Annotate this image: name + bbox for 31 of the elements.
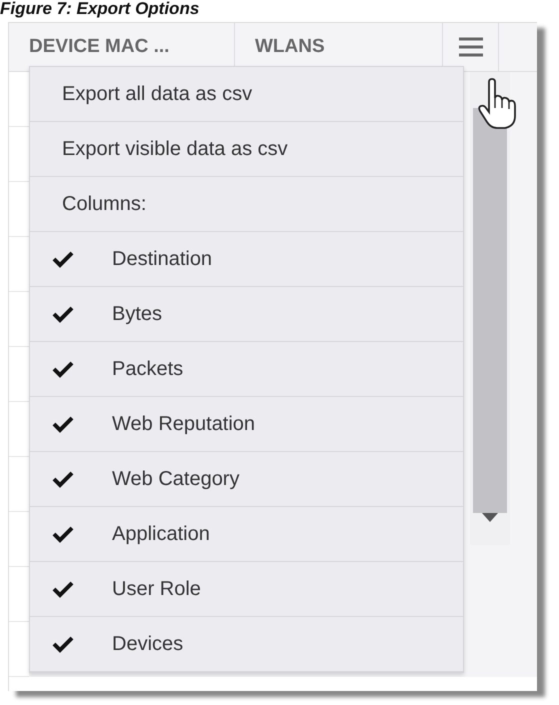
column-toggle[interactable]: Packets bbox=[30, 342, 463, 397]
check-icon bbox=[52, 250, 74, 268]
check-icon bbox=[52, 635, 74, 653]
scrollbar[interactable] bbox=[470, 72, 510, 545]
menu-icon[interactable] bbox=[458, 37, 484, 57]
column-toggle[interactable]: Devices bbox=[30, 617, 463, 672]
column-toggle[interactable]: Bytes bbox=[30, 287, 463, 342]
hand-cursor-icon bbox=[477, 78, 517, 130]
check-icon bbox=[52, 305, 74, 323]
menu-item[interactable]: Export visible data as csv bbox=[30, 122, 463, 177]
check-icon bbox=[52, 470, 74, 488]
column-label: Bytes bbox=[112, 302, 162, 326]
column-label: Application bbox=[112, 522, 210, 546]
column-toggle[interactable]: Application bbox=[30, 507, 463, 562]
check-icon bbox=[52, 415, 74, 433]
menu-item[interactable]: Export all data as csv bbox=[30, 67, 463, 122]
menu-heading: Columns: bbox=[30, 177, 463, 232]
column-label: User Role bbox=[112, 578, 201, 600]
column-label: Web Category bbox=[112, 468, 240, 490]
column-label: Packets bbox=[112, 358, 184, 380]
column-label: Devices bbox=[112, 632, 184, 656]
column-toggle[interactable]: Web Reputation bbox=[30, 397, 463, 452]
column-toggle[interactable]: User Role bbox=[30, 562, 463, 617]
check-icon bbox=[52, 360, 74, 378]
column-label: Web Reputation bbox=[112, 412, 256, 436]
column-toggle[interactable]: Web Category bbox=[30, 452, 463, 507]
check-icon bbox=[52, 525, 74, 543]
column-label: Destination bbox=[112, 248, 212, 270]
check-icon bbox=[52, 580, 74, 598]
figure-caption: Figure 7: Export Options bbox=[0, 0, 200, 18]
column-toggle[interactable]: Destination bbox=[30, 232, 463, 287]
